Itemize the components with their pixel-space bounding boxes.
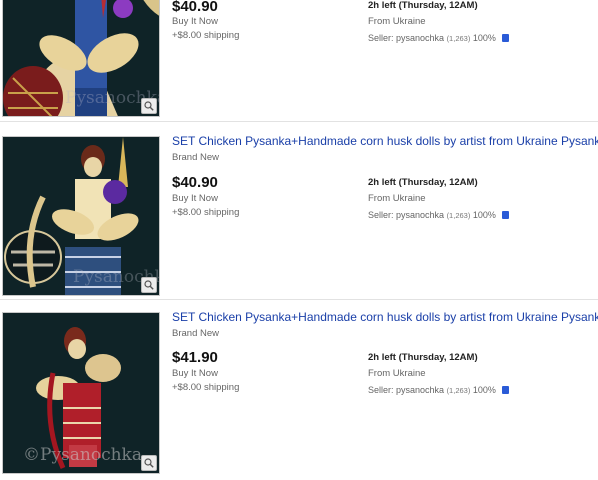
seller-name[interactable]: Seller: pysanochka (368, 385, 444, 395)
listing-title-link[interactable]: SET Chicken Pysanka+Handmade corn husk d… (172, 310, 598, 324)
listing-seller[interactable]: Seller: pysanochka (1,263) 100% (368, 210, 510, 220)
listing-thumbnail[interactable]: Pysanochka (2, 136, 160, 296)
seller-feedback-count: (1,263) (446, 211, 471, 220)
listing-time-left: 2h left (Thursday, 12AM) (368, 177, 478, 188)
listing-time-left: 2h left (Thursday, 12AM) (368, 352, 478, 363)
listing-format: Buy It Now (172, 368, 218, 379)
listing-thumbnail[interactable]: Pysanochka (2, 0, 160, 117)
seller-feedback-percent: 100% (472, 210, 496, 220)
listing-seller[interactable]: Seller: pysanochka (1,263) 100% (368, 33, 510, 43)
listing-location: From Ukraine (368, 16, 426, 27)
listing-format: Buy It Now (172, 193, 218, 204)
listing-condition: Brand New (172, 152, 219, 163)
seller-badge-icon (502, 34, 510, 42)
listing-title-link[interactable]: SET Chicken Pysanka+Handmade corn husk d… (172, 134, 598, 148)
listing-shipping: +$8.00 shipping (172, 382, 240, 393)
seller-feedback-count: (1,263) (446, 34, 471, 43)
listing-shipping: +$8.00 shipping (172, 30, 240, 41)
seller-feedback-count: (1,263) (446, 386, 471, 395)
listing-location: From Ukraine (368, 368, 426, 379)
listing-price: $41.90 (172, 349, 218, 366)
seller-name[interactable]: Seller: pysanochka (368, 210, 444, 220)
zoom-icon[interactable] (141, 277, 157, 293)
listing-format: Buy It Now (172, 16, 218, 27)
listing-divider (0, 121, 598, 122)
zoom-icon[interactable] (141, 98, 157, 114)
listing-thumbnail[interactable]: ©Pysanochka (2, 312, 160, 474)
listing-card: Pysanochka $40.90 Buy It Now +$8.00 ship… (0, 0, 598, 122)
seller-name[interactable]: Seller: pysanochka (368, 33, 444, 43)
seller-badge-icon (502, 211, 510, 219)
seller-feedback-percent: 100% (472, 33, 496, 43)
watermark-text: ©Pysanochka (23, 445, 142, 465)
listing-location: From Ukraine (368, 193, 426, 204)
listing-time-left: 2h left (Thursday, 12AM) (368, 0, 478, 11)
listing-price: $40.90 (172, 174, 218, 191)
listing-card: Pysanochka SET Chicken Pysanka+Handmade … (0, 126, 598, 300)
listing-divider (0, 299, 598, 300)
listing-price: $40.90 (172, 0, 218, 15)
listing-condition: Brand New (172, 328, 219, 339)
seller-feedback-percent: 100% (472, 385, 496, 395)
listing-card: ©Pysanochka SET Chicken Pysanka+Handmade… (0, 302, 598, 480)
listing-shipping: +$8.00 shipping (172, 207, 240, 218)
listing-seller[interactable]: Seller: pysanochka (1,263) 100% (368, 385, 510, 395)
zoom-icon[interactable] (141, 455, 157, 471)
seller-badge-icon (502, 386, 510, 394)
